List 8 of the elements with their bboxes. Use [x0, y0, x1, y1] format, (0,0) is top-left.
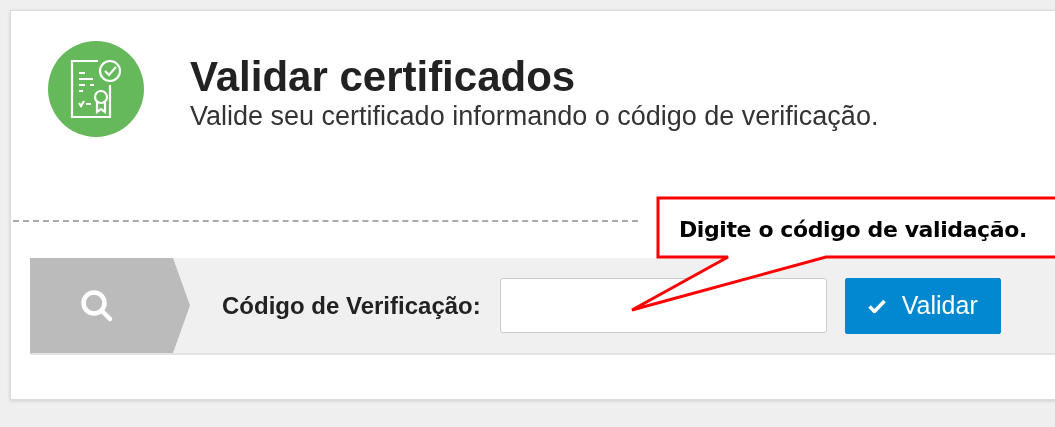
check-icon — [867, 298, 886, 313]
callout-tooltip-text: Digite o código de validação. — [679, 216, 1027, 244]
page-title: Validar certificados — [190, 53, 577, 100]
verification-code-input[interactable] — [499, 278, 827, 333]
page-subtitle: Valide seu certificado informando o código de verificação. — [190, 99, 879, 133]
search-icon — [80, 288, 114, 323]
field-label: Código de Verificação: — [222, 290, 481, 321]
validate-button[interactable]: Validar — [844, 277, 1001, 334]
